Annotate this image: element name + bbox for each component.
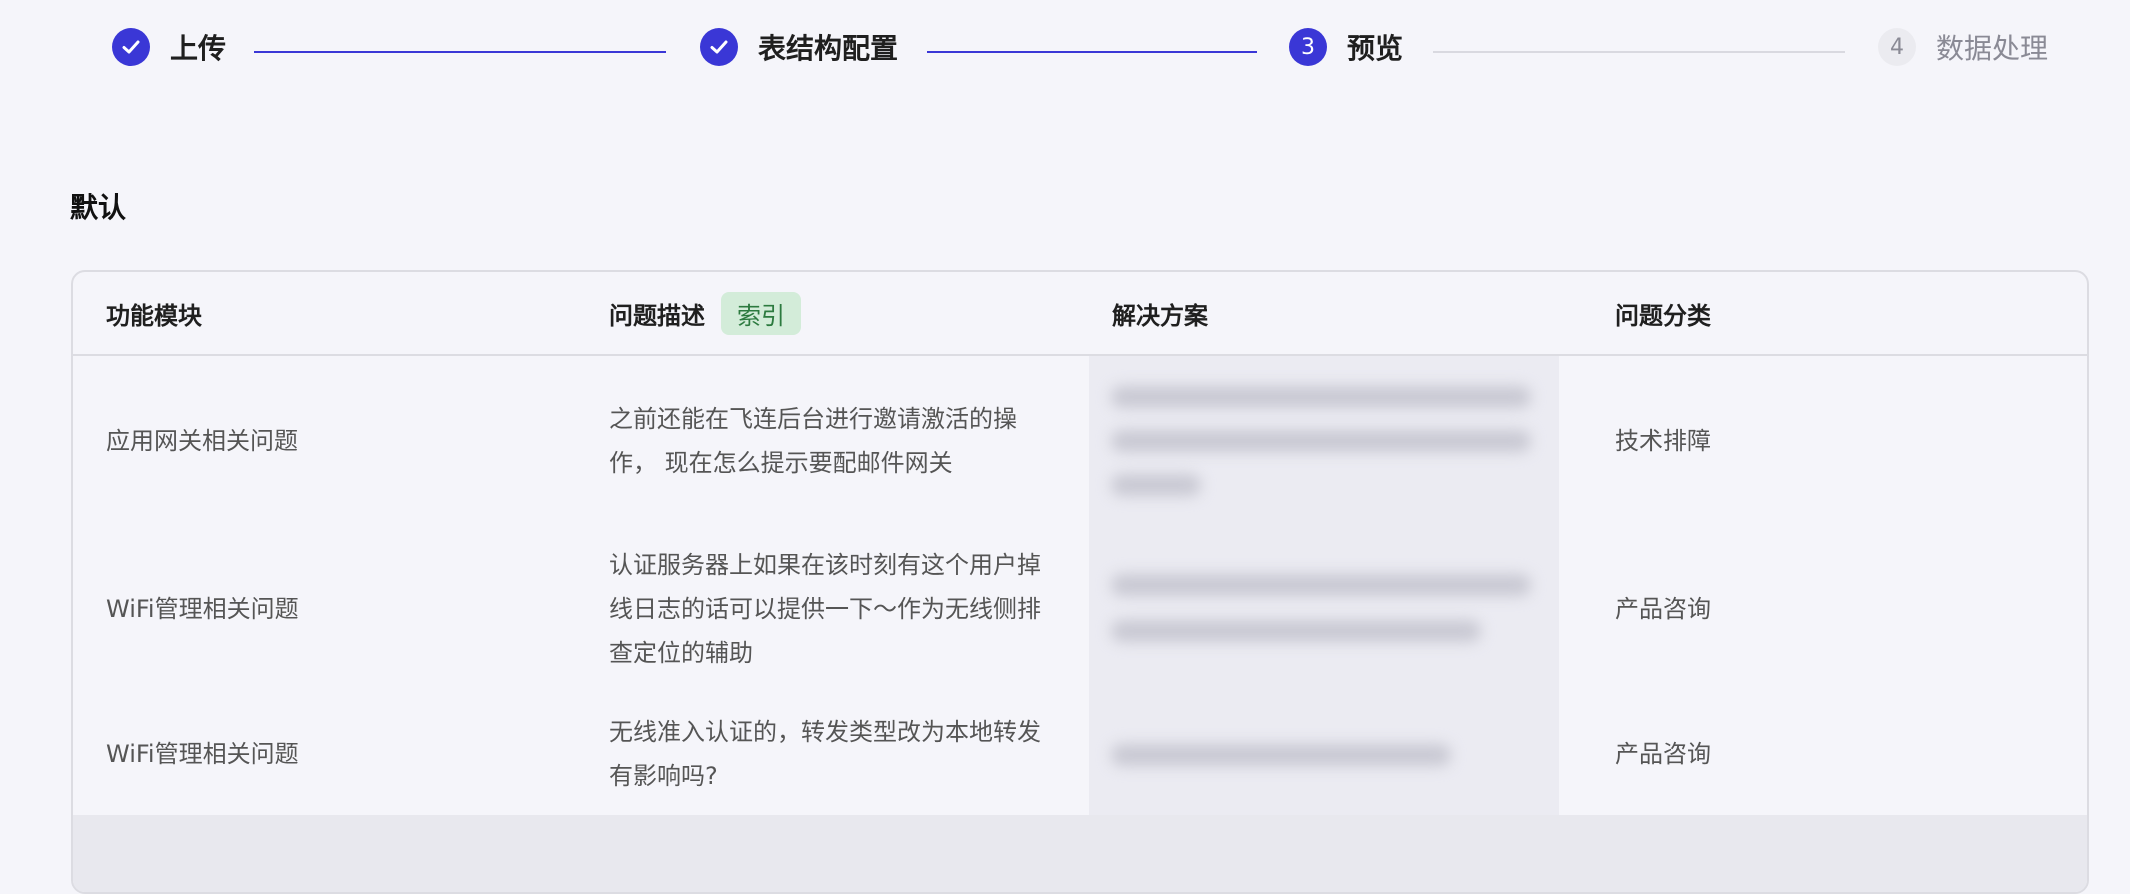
cell-description: 之前还能在飞连后台进行邀请激活的操作， 现在怎么提示要配邮件网关 bbox=[609, 405, 1017, 477]
cell-module: 应用网关相关问题 bbox=[106, 427, 298, 455]
step-connector bbox=[1433, 51, 1845, 53]
step-connector bbox=[927, 51, 1257, 53]
check-icon bbox=[700, 28, 738, 66]
section-title: 默认 bbox=[70, 191, 127, 224]
cell-category: 产品咨询 bbox=[1615, 739, 1711, 768]
step-preview[interactable]: 3 预览 bbox=[1289, 27, 1403, 67]
step-number: 4 bbox=[1878, 28, 1916, 66]
column-header-solution: 解决方案 bbox=[1112, 301, 1208, 330]
column-header-description: 问题描述 索引 bbox=[609, 272, 801, 354]
step-label: 上传 bbox=[170, 32, 227, 65]
table-row[interactable]: 应用网关相关问题 之前还能在飞连后台进行邀请激活的操作， 现在怎么提示要配邮件网… bbox=[73, 356, 2087, 526]
check-icon bbox=[112, 28, 150, 66]
cell-solution-redacted bbox=[1089, 526, 1559, 692]
cell-category: 技术排障 bbox=[1615, 427, 1711, 455]
step-label: 数据处理 bbox=[1936, 32, 2049, 65]
step-connector bbox=[254, 51, 666, 53]
cell-description: 认证服务器上如果在该时刻有这个用户掉线日志的话可以提供一下～作为无线侧排查定位的… bbox=[609, 551, 1041, 667]
column-header-module: 功能模块 bbox=[106, 301, 202, 330]
cell-module: WiFi管理相关问题 bbox=[106, 739, 299, 768]
step-upload[interactable]: 上传 bbox=[112, 27, 226, 67]
cell-description: 无线准入认证的，转发类型改为本地转发有影响吗? bbox=[609, 717, 1041, 790]
cell-solution-redacted bbox=[1089, 692, 1559, 815]
step-data-processing[interactable]: 4 数据处理 bbox=[1878, 27, 2048, 67]
progress-stepper: 上传 表结构配置 3 预览 4 数据处理 bbox=[0, 0, 2130, 100]
table-row[interactable]: WiFi管理相关问题 认证服务器上如果在该时刻有这个用户掉线日志的话可以提供一下… bbox=[73, 526, 2087, 692]
step-label: 预览 bbox=[1347, 32, 1404, 65]
step-label: 表结构配置 bbox=[758, 32, 899, 65]
column-header-category: 问题分类 bbox=[1615, 301, 1711, 330]
cell-solution-redacted bbox=[1089, 356, 1559, 526]
index-tag: 索引 bbox=[721, 291, 801, 335]
step-number: 3 bbox=[1289, 28, 1327, 66]
preview-table: 功能模块 问题描述 索引 解决方案 问题分类 应用网关相关问题 之前还能在飞连后… bbox=[71, 270, 2089, 894]
cell-module: WiFi管理相关问题 bbox=[106, 595, 299, 623]
table-next-row bbox=[73, 815, 2087, 892]
table-row[interactable]: WiFi管理相关问题 无线准入认证的，转发类型改为本地转发有影响吗? 产品咨询 bbox=[73, 692, 2087, 815]
cell-category: 产品咨询 bbox=[1615, 595, 1711, 623]
table-header: 功能模块 问题描述 索引 解决方案 问题分类 bbox=[73, 272, 2087, 356]
step-table-config[interactable]: 表结构配置 bbox=[700, 27, 898, 67]
